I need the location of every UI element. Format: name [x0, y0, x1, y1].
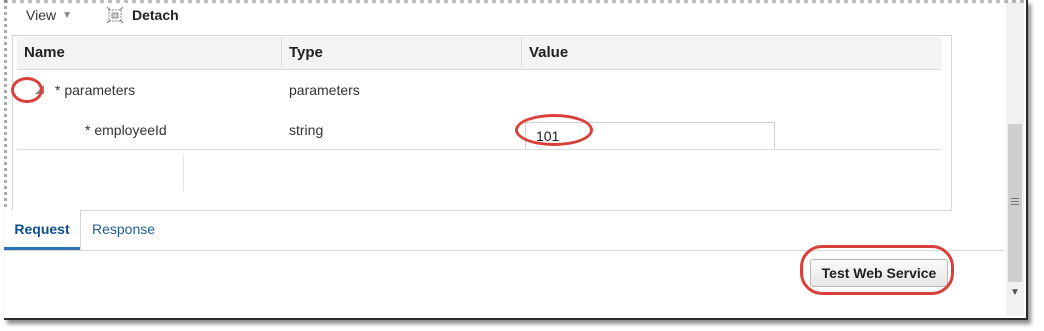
tab-response[interactable]: Response [92, 210, 155, 248]
caret-down-icon: ▼ [62, 9, 72, 21]
employee-id-input[interactable] [525, 122, 775, 150]
footer: Test Web Service [4, 245, 1004, 315]
table-row: * employeeId string [17, 110, 942, 150]
column-divider [183, 155, 184, 191]
parameters-panel: Name Type Value * parameters parameters [11, 35, 952, 211]
scroll-down-arrow-icon[interactable]: ▼ [1008, 286, 1022, 300]
tab-request[interactable]: Request [4, 210, 80, 250]
view-menu[interactable]: View ▼ [26, 7, 72, 23]
screenshot-frame: View ▼ Detach Name Type Value * paramete… [4, 0, 1028, 320]
detach-icon [106, 6, 124, 24]
request-response-tabs: Request Response [4, 210, 1004, 251]
column-header-name[interactable]: Name [17, 37, 282, 69]
name-cell: * parameters [31, 70, 135, 110]
table-row: * parameters parameters [11, 70, 942, 110]
column-header-value[interactable]: Value [522, 37, 942, 69]
view-menu-label: View [26, 7, 57, 23]
toolbar: View ▼ Detach [26, 5, 179, 25]
tab-divider [80, 210, 81, 250]
scrollbar-thumb[interactable] [1008, 124, 1022, 282]
highlight-ring [11, 77, 43, 103]
value-cell [515, 114, 775, 150]
table-divider [17, 149, 942, 150]
parameter-name: * employeeId [85, 122, 167, 138]
table-header: Name Type Value [17, 37, 942, 70]
grip-icon [1011, 198, 1019, 207]
parameter-name: * parameters [55, 82, 136, 98]
vertical-scrollbar[interactable]: ▼ [1006, 0, 1024, 316]
parameter-type: parameters [289, 82, 360, 98]
parameter-type: string [289, 122, 324, 138]
parameters-table: Name Type Value * parameters parameters [11, 37, 942, 191]
column-header-type[interactable]: Type [282, 37, 522, 69]
test-web-service-button[interactable]: Test Web Service [810, 259, 948, 287]
detach-button[interactable]: Detach [106, 6, 179, 24]
detach-label: Detach [132, 7, 179, 23]
